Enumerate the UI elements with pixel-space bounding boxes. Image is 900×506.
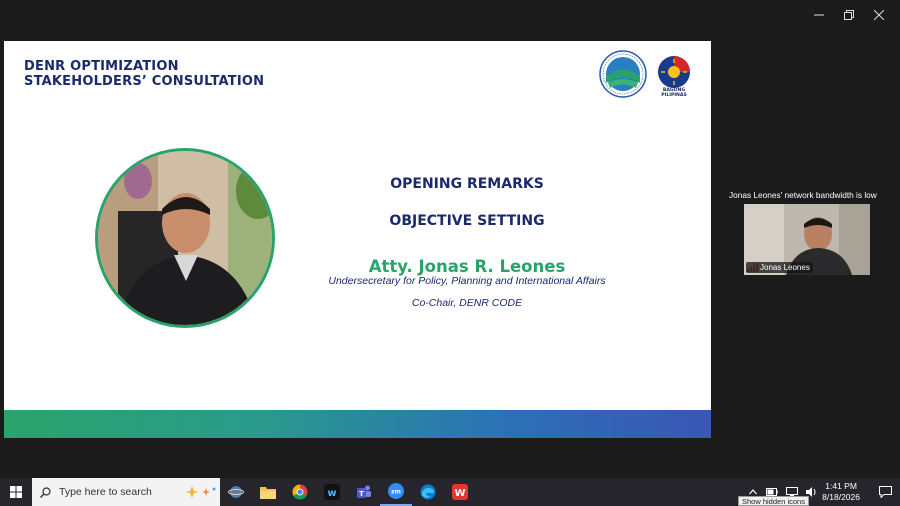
notification-icon — [878, 486, 892, 498]
header-line2: STAKEHOLDERS’ CONSULTATION — [24, 74, 265, 89]
svg-text:T: T — [359, 490, 364, 498]
speaker-title: Undersecretary for Policy, Planning and … — [328, 275, 606, 287]
chevron-up-icon — [749, 489, 758, 495]
taskbar-app-w[interactable]: w — [316, 478, 348, 506]
taskbar-edge[interactable] — [412, 478, 444, 506]
svg-text:W: W — [454, 488, 465, 499]
taskbar-teams[interactable]: T — [348, 478, 380, 506]
heading-opening-remarks: OPENING REMARKS — [390, 176, 544, 192]
participant-video-tile[interactable]: Jonas Leones — [744, 204, 870, 275]
taskbar-wps[interactable]: W — [444, 478, 476, 506]
minimize-icon — [814, 14, 824, 16]
taskbar-file-explorer[interactable] — [252, 478, 284, 506]
start-button[interactable] — [0, 478, 32, 506]
taskbar-clock[interactable]: 1:41 PM 8/18/2026 — [822, 481, 860, 503]
svg-text:zm: zm — [391, 489, 401, 496]
bagong-pilipinas-label: BAGONG PILIPINAS — [661, 88, 687, 98]
folder-icon — [260, 487, 276, 499]
teams-icon: T — [357, 485, 371, 498]
taskbar-search-box[interactable]: Type here to search — [32, 478, 220, 506]
speaker-name: Atty. Jonas R. Leones — [368, 257, 566, 276]
denr-logo-icon — [599, 50, 647, 98]
taskbar-chrome[interactable] — [284, 478, 316, 506]
zoom-meeting-window: DENR OPTIMIZATION STAKEHOLDERS’ CONSULTA… — [0, 0, 900, 506]
window-controls — [804, 6, 894, 24]
header-line1: DENR OPTIMIZATION — [24, 59, 179, 74]
show-hidden-icons-tooltip: Show hidden icons — [738, 496, 809, 506]
windows-logo-icon — [10, 486, 22, 498]
w-app-icon: w — [324, 484, 340, 500]
svg-text:w: w — [327, 488, 336, 499]
close-icon — [874, 10, 884, 20]
search-highlight-icon — [184, 486, 216, 498]
close-button[interactable] — [864, 6, 894, 24]
participant-name-label: Jonas Leones — [746, 262, 813, 273]
taskbar-app-widget[interactable] — [220, 478, 252, 506]
taskbar-zoom[interactable]: zm — [380, 478, 412, 506]
heading-objective-setting: OBJECTIVE SETTING — [389, 213, 545, 229]
search-placeholder: Type here to search — [59, 486, 152, 498]
zoom-icon: zm — [388, 483, 404, 499]
battery-icon — [766, 488, 778, 496]
search-icon — [40, 486, 51, 498]
restore-icon — [844, 10, 854, 20]
minimize-button[interactable] — [804, 6, 834, 24]
app-globe-icon — [228, 486, 244, 498]
slide-header: DENR OPTIMIZATION STAKEHOLDERS’ CONSULTA… — [24, 59, 264, 89]
speaker-cochair: Co-Chair, DENR CODE — [411, 297, 523, 309]
speaker-portrait — [95, 148, 275, 328]
speaker-photo — [98, 151, 272, 325]
edge-icon — [420, 484, 436, 500]
notifications-button[interactable] — [870, 478, 900, 506]
clock-time: 1:41 PM — [825, 481, 857, 491]
wps-icon: W — [452, 484, 468, 500]
bandwidth-notice: Jonas Leones' network bandwidth is low — [729, 190, 877, 200]
restore-button[interactable] — [834, 6, 864, 24]
slide-footer-bar — [4, 410, 711, 438]
shared-screen-slide: DENR OPTIMIZATION STAKEHOLDERS’ CONSULTA… — [4, 41, 711, 438]
chrome-icon — [292, 484, 308, 500]
clock-date: 8/18/2026 — [822, 492, 860, 502]
